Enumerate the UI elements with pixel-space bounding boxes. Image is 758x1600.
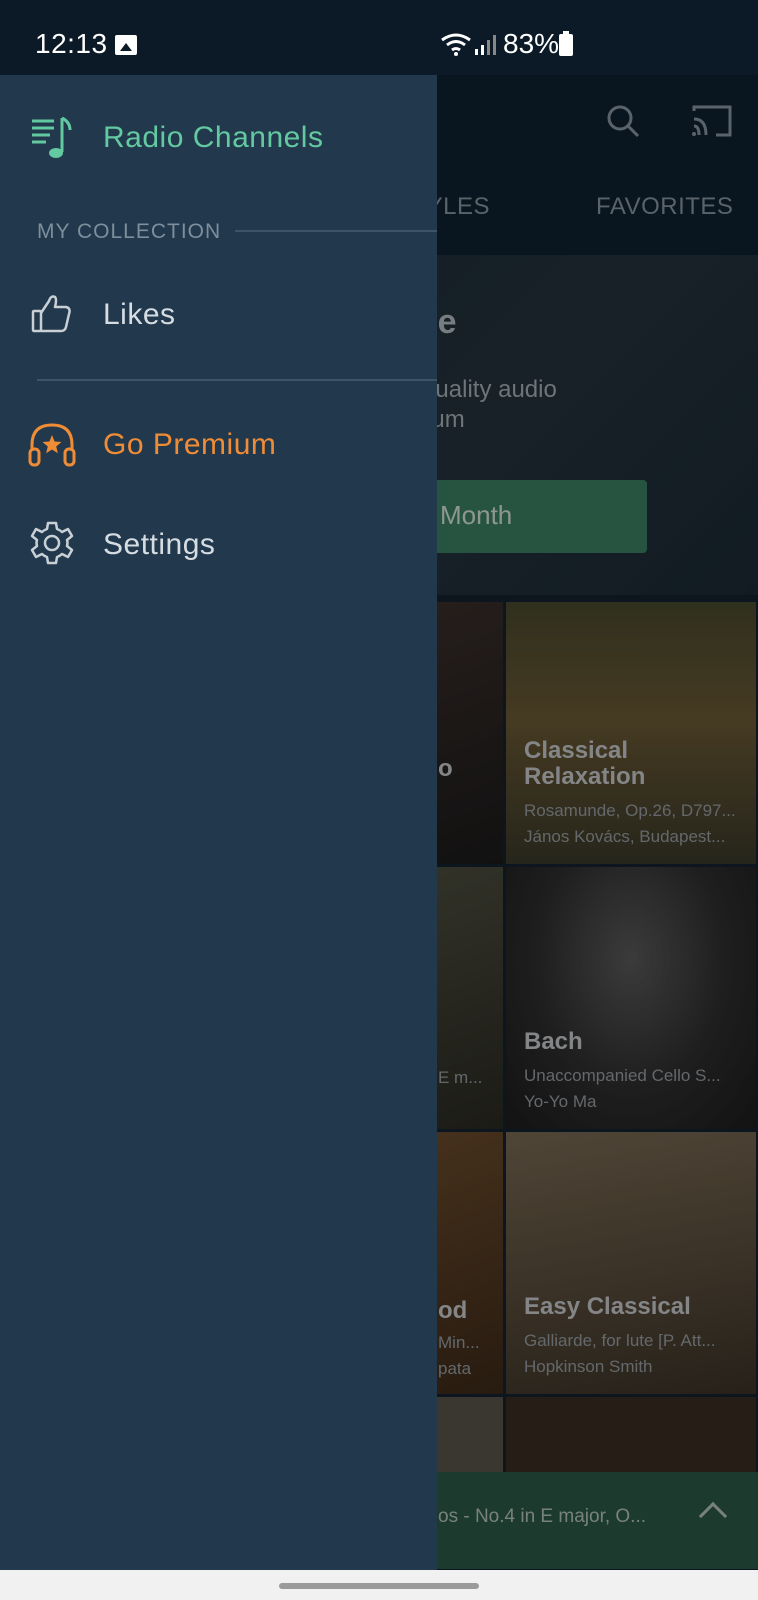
battery-percent: 83%	[503, 28, 560, 59]
drawer-item-label: Radio Channels	[103, 121, 324, 154]
drawer-item-label: Settings	[103, 528, 216, 561]
battery-icon	[559, 31, 573, 56]
status-bar: 12:13 83%	[0, 0, 758, 75]
signal-icon	[475, 35, 496, 55]
wifi-icon	[441, 33, 471, 56]
drawer-item-radio-channels[interactable]: Radio Channels	[0, 98, 437, 178]
music-list-icon	[32, 116, 72, 158]
section-divider	[235, 230, 437, 232]
headphones-star-icon	[28, 423, 76, 467]
drawer-item-likes[interactable]: Likes	[0, 275, 437, 355]
thumbs-up-icon	[31, 295, 71, 333]
home-gesture-handle[interactable]	[279, 1583, 479, 1589]
gear-icon	[30, 521, 74, 565]
drawer-item-go-premium[interactable]: Go Premium	[0, 405, 437, 485]
system-navigation-bar	[0, 1570, 758, 1600]
status-time: 12:13	[35, 28, 108, 59]
navigation-drawer: Radio Channels MY COLLECTION Likes Go Pr…	[0, 75, 437, 1570]
drawer-divider	[37, 379, 437, 381]
drawer-item-label: Likes	[103, 298, 176, 331]
drawer-item-label: Go Premium	[103, 428, 277, 461]
drawer-item-settings[interactable]: Settings	[0, 505, 437, 585]
section-header-my-collection: MY COLLECTION	[37, 220, 222, 243]
gallery-notification-icon	[115, 35, 137, 55]
